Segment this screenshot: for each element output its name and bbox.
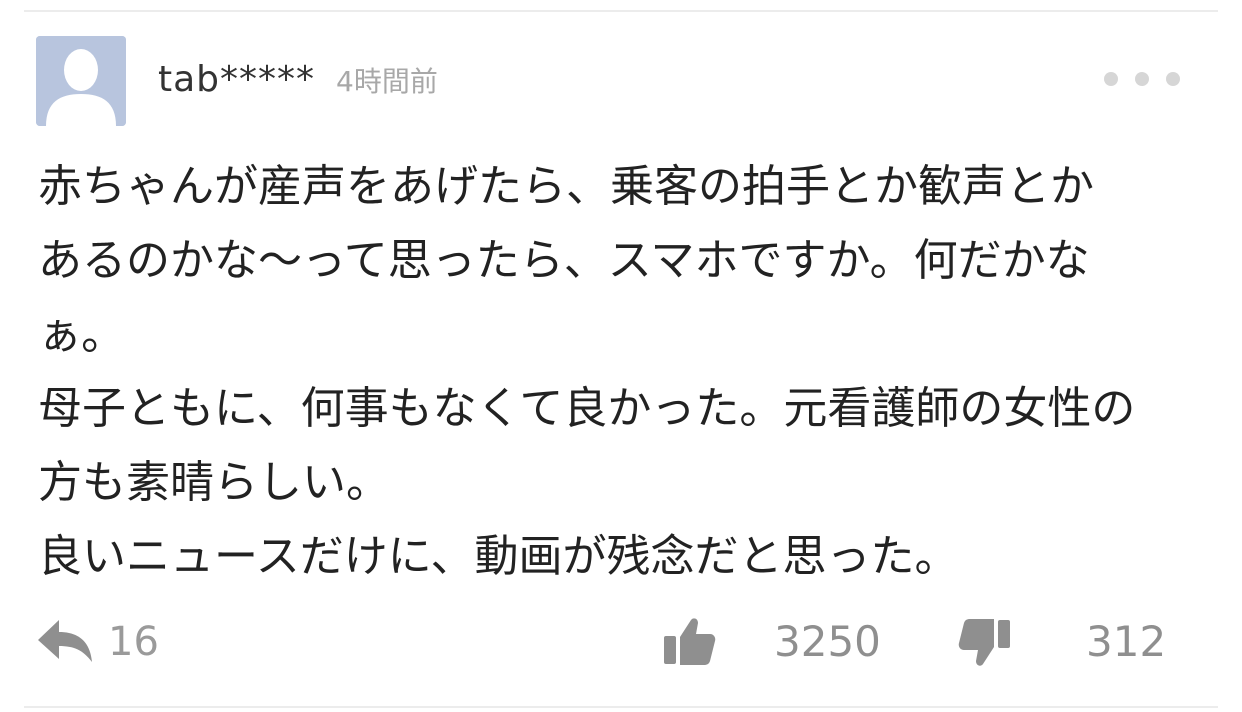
avatar[interactable] <box>36 36 126 126</box>
like-count: 3250 <box>774 617 881 666</box>
bottom-divider <box>24 706 1218 708</box>
like-button[interactable] <box>660 610 718 674</box>
username[interactable]: tab***** <box>158 58 315 102</box>
comment-line: 母子ともに、何事もなくて良かった。元看護師の女性の <box>38 383 1136 434</box>
more-dot-icon <box>1166 72 1180 86</box>
dislike-button[interactable] <box>956 610 1014 674</box>
comment-body: 赤ちゃんが産声をあげたら、乗客の拍手とか歓声とか あるのかな〜って思ったら、スマ… <box>38 150 1208 594</box>
timestamp: 4時間前 <box>336 65 438 98</box>
reply-arrow-icon <box>38 620 92 662</box>
thumbs-up-icon <box>664 618 716 665</box>
more-button[interactable] <box>1098 64 1186 94</box>
more-dot-icon <box>1104 72 1118 86</box>
user-silhouette-icon <box>36 36 126 126</box>
dislike-count: 312 <box>1086 617 1167 666</box>
comment-line: ぁ。 <box>38 309 126 360</box>
comment-card: tab***** 4時間前 赤ちゃんが産声をあげたら、乗客の拍手とか歓声とか あ… <box>0 0 1242 712</box>
comment-line: 良いニュースだけに、動画が残念だと思った。 <box>38 531 959 582</box>
reply-count: 16 <box>108 619 159 665</box>
thumbs-down-icon <box>958 619 1010 666</box>
comment-line: 方も素晴らしい。 <box>38 457 390 508</box>
more-dot-icon <box>1135 72 1149 86</box>
comment-line: 赤ちゃんが産声をあげたら、乗客の拍手とか歓声とか <box>38 161 1094 212</box>
reply-button[interactable]: 16 <box>36 612 159 672</box>
comment-line: あるのかな〜って思ったら、スマホですか。何だかな <box>38 235 1090 286</box>
